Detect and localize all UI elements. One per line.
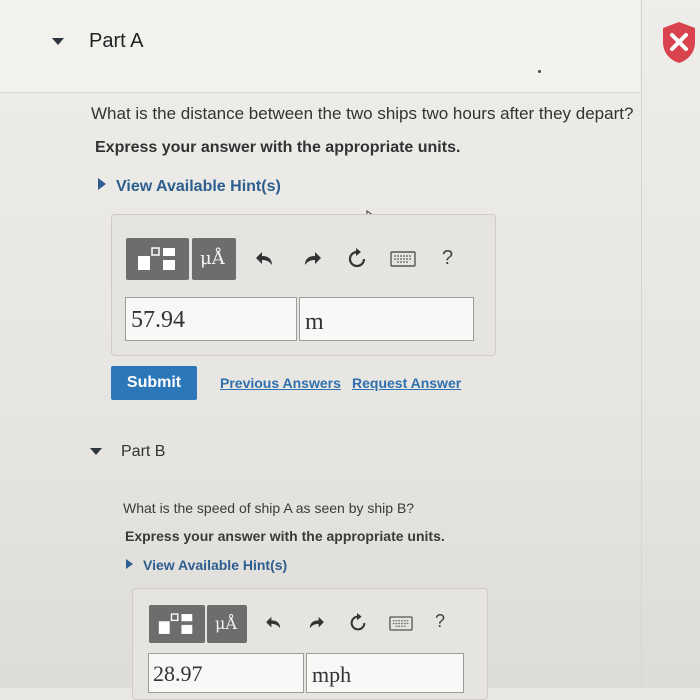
part-b-answer-panel: μÅ ? 28.97 mph (132, 588, 488, 700)
template-icon (138, 247, 175, 270)
part-b-instruction: Express your answer with the appropriate… (125, 528, 445, 544)
template-button[interactable] (149, 605, 205, 643)
hint-link-label: View Available Hint(s) (143, 557, 288, 573)
page: Part A What is the distance between the … (0, 0, 700, 700)
part-a-header[interactable]: Part A (0, 0, 640, 93)
dot (538, 70, 541, 73)
part-a-question: What is the distance between the two shi… (91, 104, 634, 123)
caret-down-icon[interactable] (52, 38, 64, 45)
hint-triangle-icon (126, 559, 133, 569)
previous-answers-link[interactable]: Previous Answers (220, 375, 341, 391)
template-button[interactable] (126, 238, 189, 280)
units-label: μÅ (215, 614, 237, 633)
part-b-hint-link[interactable]: View Available Hint(s) (126, 557, 287, 573)
help-icon[interactable]: ? (435, 611, 445, 632)
request-answer-link[interactable]: Request Answer (352, 375, 461, 391)
units-label: μÅ (200, 248, 225, 269)
part-a-hint-link[interactable]: View Available Hint(s) (98, 178, 281, 196)
undo-icon[interactable] (255, 251, 275, 267)
caret-down-icon[interactable] (90, 448, 102, 455)
part-a-instruction: Express your answer with the appropriate… (95, 139, 461, 156)
part-b-value-input[interactable]: 28.97 (148, 653, 304, 693)
hint-triangle-icon (98, 178, 106, 190)
units-button[interactable]: μÅ (192, 238, 236, 280)
part-a-answer-panel: μÅ ? 57.94 m (111, 214, 496, 356)
units-button[interactable]: μÅ (207, 605, 247, 643)
part-a-title: Part A (89, 30, 144, 52)
redo-icon[interactable] (302, 251, 322, 267)
keyboard-icon[interactable] (390, 251, 416, 267)
part-b-title: Part B (121, 443, 166, 460)
error-x-icon (663, 22, 695, 63)
part-b-question: What is the speed of ship A as seen by s… (123, 500, 415, 516)
reset-icon[interactable] (348, 613, 368, 633)
hint-link-label: View Available Hint(s) (116, 178, 281, 195)
help-icon[interactable]: ? (442, 247, 453, 270)
part-a-units-input[interactable]: m (299, 297, 474, 341)
redo-icon[interactable] (307, 616, 325, 630)
submit-button[interactable]: Submit (111, 366, 197, 400)
part-b-units-input[interactable]: mph (306, 653, 464, 693)
reset-icon[interactable] (346, 248, 368, 270)
keyboard-icon[interactable] (389, 616, 413, 631)
divider (641, 0, 642, 688)
part-a-value-input[interactable]: 57.94 (125, 297, 297, 341)
template-icon (158, 613, 193, 634)
undo-icon[interactable] (265, 616, 283, 630)
